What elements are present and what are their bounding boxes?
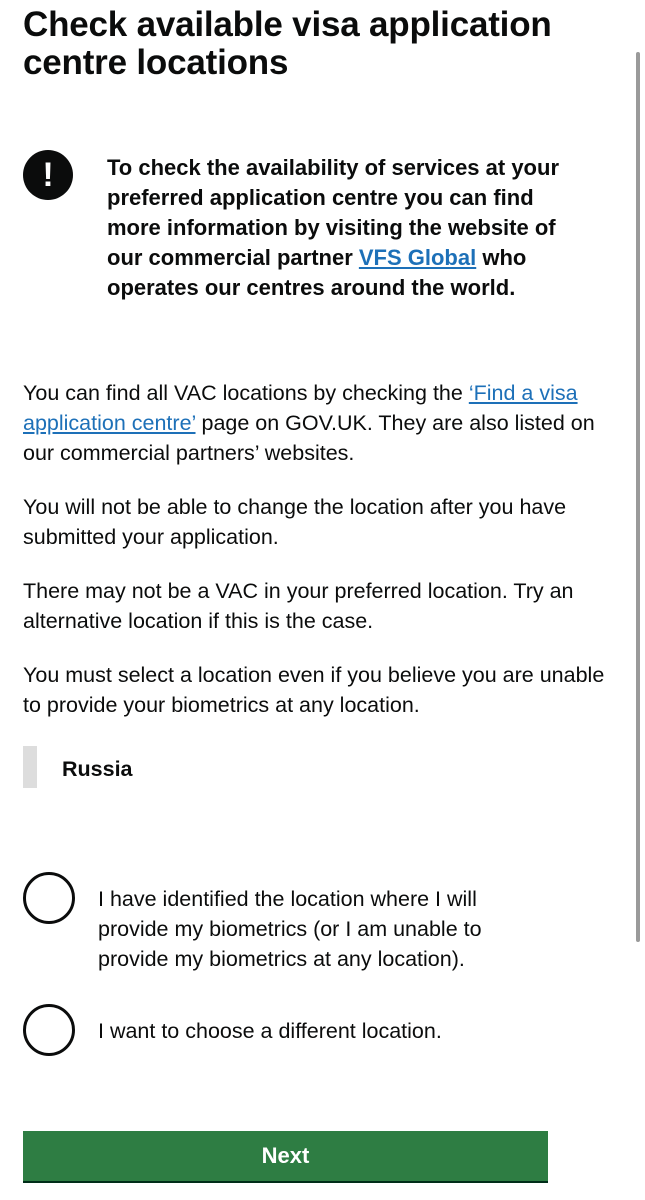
radio-button-different[interactable]	[23, 1004, 75, 1056]
change-location-paragraph: You will not be able to change the locat…	[23, 495, 567, 549]
warning-text: To check the availability of services at…	[107, 153, 587, 303]
scrollbar[interactable]	[636, 52, 640, 942]
radio-label-different[interactable]: I want to choose a different location.	[98, 1016, 538, 1046]
selected-location-inset: Russia	[23, 746, 623, 790]
radio-option-different[interactable]: I want to choose a different location.	[23, 1004, 623, 1074]
warning-callout: ! To check the availability of services …	[23, 150, 623, 310]
radio-label-identified[interactable]: I have identified the location where I w…	[98, 884, 538, 974]
vac-paragraph-before: You can find all VAC locations by checki…	[23, 381, 469, 405]
alternative-location-paragraph: There may not be a VAC in your preferred…	[23, 579, 574, 633]
exclamation-icon: !	[23, 150, 73, 200]
radio-option-identified[interactable]: I have identified the location where I w…	[23, 872, 623, 982]
page-container: Check available visa application centre …	[23, 0, 623, 1074]
vfs-global-link[interactable]: VFS Global	[359, 245, 476, 270]
next-button[interactable]: Next	[23, 1131, 548, 1181]
inset-bar	[23, 746, 37, 788]
must-select-paragraph: You must select a location even if you b…	[23, 663, 605, 717]
vac-locations-paragraph: You can find all VAC locations by checki…	[23, 378, 623, 468]
page-title: Check available visa application centre …	[23, 5, 552, 82]
radio-button-identified[interactable]	[23, 872, 75, 924]
selected-location: Russia	[62, 757, 133, 781]
